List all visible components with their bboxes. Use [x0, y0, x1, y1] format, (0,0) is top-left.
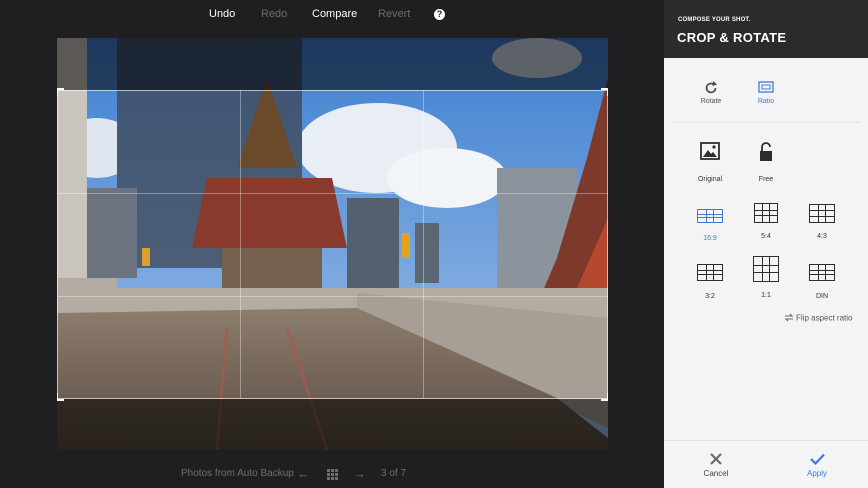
apply-label: Apply: [806, 469, 827, 478]
crop-panel: COMPOSE YOUR SHOT. CROP & ROTATE Rotate …: [664, 0, 868, 488]
cancel-button[interactable]: Cancel: [686, 453, 746, 478]
check-icon: [787, 453, 847, 469]
crop-handle-top-left[interactable]: [57, 88, 64, 96]
crop-handle-bottom-right[interactable]: [601, 393, 608, 401]
close-icon: [686, 453, 746, 469]
ratio-3-2-label: 3:2: [705, 293, 715, 300]
panel-subtitle: COMPOSE YOUR SHOT.: [678, 17, 751, 23]
ratio-5-4-icon: [754, 203, 778, 223]
crop-mask-top: [57, 38, 608, 90]
edit-toolbar: Undo Redo Compare Revert ?: [0, 0, 664, 28]
ratio-5-4[interactable]: 5:4: [741, 203, 791, 240]
panel-footer: Cancel Apply: [664, 440, 868, 488]
ratio-16-9[interactable]: 16:9: [685, 207, 735, 242]
compare-button[interactable]: Compare: [312, 8, 357, 20]
flip-aspect-ratio-label: Flip aspect ratio: [796, 313, 853, 323]
swap-icon: [784, 313, 794, 324]
cancel-label: Cancel: [703, 469, 729, 478]
crop-handle-top-right[interactable]: [601, 88, 608, 96]
photo-canvas[interactable]: [57, 38, 608, 450]
arrow-right-icon[interactable]: →: [353, 466, 366, 481]
redo-button[interactable]: Redo: [261, 8, 287, 20]
photo-counter: 3 of 7: [381, 468, 407, 479]
panel-title: CROP & ROTATE: [677, 30, 787, 45]
ratio-icon: [741, 80, 791, 98]
option-free-label: Free: [758, 176, 774, 183]
divider: [672, 122, 860, 123]
mode-rotate-label: Rotate: [700, 98, 722, 105]
ratio-5-4-label: 5:4: [761, 233, 771, 240]
rotate-icon: [686, 80, 736, 98]
mode-ratio[interactable]: Ratio: [741, 80, 791, 105]
ratio-1-1[interactable]: 1:1: [741, 256, 791, 299]
arrow-left-icon[interactable]: ←: [297, 466, 310, 481]
apply-button[interactable]: Apply: [787, 453, 847, 478]
ratio-1-1-icon: [753, 256, 779, 282]
help-icon[interactable]: ?: [434, 9, 445, 20]
ratio-din[interactable]: DIN: [797, 264, 847, 300]
crop-frame[interactable]: [57, 90, 608, 399]
image-icon: [700, 142, 720, 162]
option-original-label: Original: [697, 176, 723, 183]
ratio-3-2[interactable]: 3:2: [685, 264, 735, 300]
panel-header: COMPOSE YOUR SHOT. CROP & ROTATE: [664, 0, 868, 58]
option-free[interactable]: Free: [741, 142, 791, 183]
undo-button[interactable]: Undo: [209, 8, 235, 20]
unlock-icon: [756, 142, 776, 162]
ratio-3-2-icon: [697, 264, 723, 281]
ratio-16-9-label: 16:9: [703, 235, 717, 242]
grid-icon[interactable]: [327, 468, 338, 483]
option-original[interactable]: Original: [685, 142, 735, 183]
ratio-16-9-icon: [697, 209, 723, 223]
album-name[interactable]: Photos from Auto Backup: [181, 468, 294, 479]
ratio-din-icon: [809, 264, 835, 281]
ratio-4-3-label: 4:3: [817, 233, 827, 240]
crop-handle-bottom-left[interactable]: [57, 393, 64, 401]
ratio-4-3[interactable]: 4:3: [797, 204, 847, 240]
mode-rotate[interactable]: Rotate: [686, 80, 736, 105]
ratio-din-label: DIN: [815, 293, 829, 300]
mode-ratio-label: Ratio: [757, 98, 775, 105]
editor-area: Undo Redo Compare Revert ? Photos from A…: [0, 0, 664, 488]
revert-button[interactable]: Revert: [378, 8, 410, 20]
ratio-1-1-label: 1:1: [761, 292, 771, 299]
crop-mask-bottom: [57, 399, 608, 450]
flip-aspect-ratio-button[interactable]: Flip aspect ratio: [784, 313, 852, 324]
ratio-4-3-icon: [809, 204, 835, 223]
